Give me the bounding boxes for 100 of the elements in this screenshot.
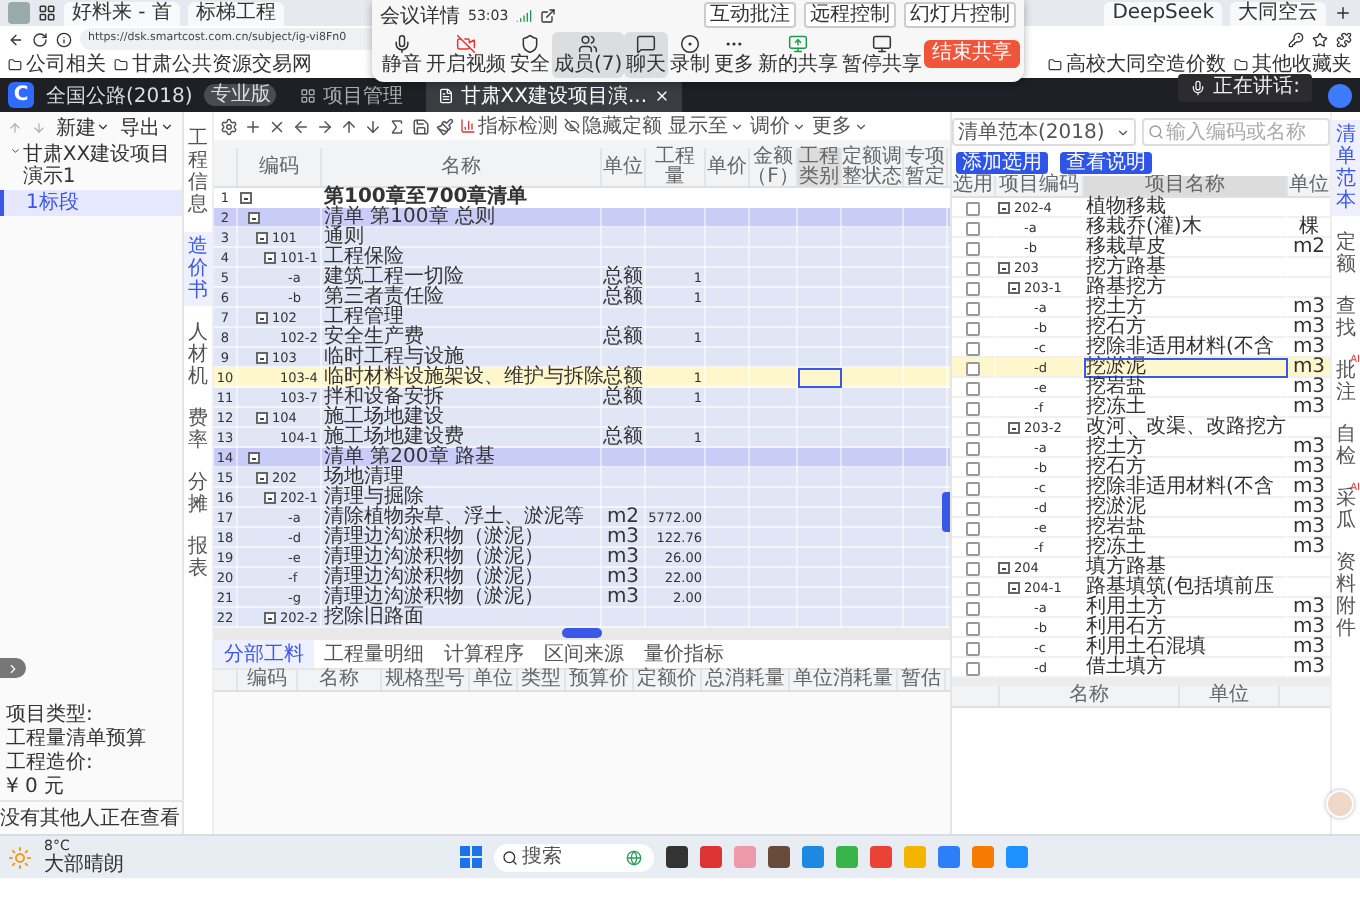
side-tab[interactable]: 工程信息 [184, 124, 212, 220]
collapse-icon[interactable] [256, 472, 268, 484]
panel-tab[interactable]: 工程量明细 [314, 640, 434, 668]
meeting-control[interactable]: 暂停共享 [840, 31, 925, 77]
checkbox[interactable] [966, 341, 980, 355]
checkbox[interactable] [966, 461, 980, 475]
toolbar-button[interactable]: 指标检测 [460, 112, 558, 140]
meeting-control[interactable]: 安全 [508, 31, 552, 77]
checkbox[interactable] [966, 601, 980, 615]
meeting-control[interactable]: 更多 [712, 31, 757, 77]
settings-icon[interactable] [220, 117, 238, 135]
star-icon[interactable] [1312, 31, 1328, 47]
panel-tab[interactable]: 分部工料 [214, 640, 314, 668]
meeting-control[interactable]: 静音 [380, 31, 424, 77]
caret-icon[interactable] [10, 144, 21, 158]
checkbox[interactable] [966, 541, 980, 555]
save-icon[interactable] [412, 117, 430, 135]
search-input[interactable]: 搜索 [522, 846, 622, 868]
sum-icon[interactable] [388, 117, 406, 135]
checkbox[interactable] [966, 561, 980, 575]
action-button[interactable]: 添加选用 [956, 151, 1048, 173]
meeting-control[interactable]: 开启视频 [424, 31, 508, 77]
scroll-thumb[interactable] [562, 628, 602, 638]
dropdown-button[interactable]: 新建 [56, 113, 110, 141]
toolbar-button[interactable]: 隐藏定额 [564, 112, 662, 140]
new-tab-icon[interactable] [1334, 4, 1352, 22]
checkbox[interactable] [966, 201, 980, 215]
meeting-control[interactable]: 录制 [668, 31, 713, 77]
meeting-control[interactable]: 成员(7) [552, 31, 625, 77]
checkbox[interactable] [966, 481, 980, 495]
avatar[interactable] [1328, 83, 1352, 107]
toolbar-button[interactable]: 更多 [812, 112, 868, 140]
checkbox[interactable] [966, 401, 980, 415]
bookmark[interactable]: 甘肃公共资源交易网 [114, 53, 312, 77]
side-tab[interactable]: 查找 [1332, 292, 1360, 344]
reload-icon[interactable] [32, 31, 48, 47]
checkbox[interactable] [966, 241, 980, 255]
library-select[interactable]: 清单范本(2018) [952, 118, 1136, 146]
expand-tab[interactable] [0, 658, 26, 678]
collapse-icon[interactable] [998, 262, 1010, 274]
checkbox[interactable] [966, 501, 980, 515]
checkbox[interactable] [966, 661, 980, 675]
side-tab[interactable]: 清单范本 [1332, 120, 1360, 216]
collapse-icon[interactable] [264, 252, 276, 264]
collapse-icon[interactable] [1008, 282, 1020, 294]
external-link-icon[interactable] [540, 7, 557, 23]
checkbox[interactable] [966, 361, 980, 375]
checkbox[interactable] [966, 321, 980, 335]
collapse-icon[interactable] [248, 452, 260, 464]
plus-icon[interactable] [244, 117, 262, 135]
brush-icon[interactable] [436, 117, 454, 135]
meeting-details-link[interactable]: 会议详情 [380, 1, 460, 29]
collapse-icon[interactable] [256, 232, 268, 244]
collapse-icon[interactable] [998, 202, 1010, 214]
close-icon[interactable] [653, 87, 670, 103]
tree-item[interactable]: 甘肃XX建设项目演示1 [0, 142, 182, 190]
browser-tab[interactable]: DeepSeek [1104, 1, 1222, 25]
browser-tab[interactable]: 好料来 - 首 [64, 1, 180, 25]
collapse-icon[interactable] [264, 492, 276, 504]
collapse-icon[interactable] [256, 312, 268, 324]
side-tab[interactable]: 人材机 [184, 318, 212, 392]
delete-icon[interactable] [268, 117, 286, 135]
side-tab[interactable]: 费率 [184, 404, 212, 456]
collapse-icon[interactable] [1008, 582, 1020, 594]
move-down-icon[interactable] [364, 117, 382, 135]
collapse-icon[interactable] [248, 212, 260, 224]
checkbox[interactable] [966, 381, 980, 395]
checkbox[interactable] [966, 441, 980, 455]
bookmark[interactable]: 公司相关 [8, 53, 106, 77]
collapse-icon[interactable] [256, 352, 268, 364]
checkbox[interactable] [966, 641, 980, 655]
app-icon[interactable] [768, 846, 790, 868]
checkbox[interactable] [966, 221, 980, 235]
bookmark[interactable]: 其他收藏夹 [1234, 53, 1352, 77]
checkbox[interactable] [966, 261, 980, 275]
move-up-icon[interactable] [340, 117, 358, 135]
panel-tab[interactable]: 区间来源 [534, 640, 634, 668]
collapse-icon[interactable] [240, 192, 252, 204]
checkbox[interactable] [966, 281, 980, 295]
bookmark[interactable]: 高校大同空造价数 [1048, 53, 1226, 77]
back-icon[interactable] [8, 31, 24, 47]
extensions-icon[interactable] [1336, 31, 1352, 47]
checkbox[interactable] [966, 301, 980, 315]
checkbox[interactable] [966, 581, 980, 595]
checkbox[interactable] [966, 621, 980, 635]
toolbar-button[interactable]: 调价 [750, 112, 806, 140]
dropdown-button[interactable]: 导出 [120, 113, 174, 141]
tab-groups-icon[interactable] [38, 4, 56, 22]
toolbar-button[interactable]: 显示至 [668, 112, 744, 140]
search-bar[interactable]: 搜索 [494, 843, 654, 871]
start-button[interactable] [460, 846, 482, 868]
side-tab[interactable]: 报表 [184, 532, 212, 584]
mode-button[interactable]: 远程控制 [804, 2, 896, 28]
tree-item[interactable]: 1标段 [0, 190, 182, 216]
panel-tab[interactable]: 计算程序 [434, 640, 534, 668]
active-cell[interactable] [798, 368, 842, 388]
collapse-icon[interactable] [1008, 422, 1020, 434]
collapse-icon[interactable] [264, 612, 276, 624]
info-icon[interactable] [56, 31, 72, 47]
panel-toggle[interactable] [942, 492, 950, 532]
